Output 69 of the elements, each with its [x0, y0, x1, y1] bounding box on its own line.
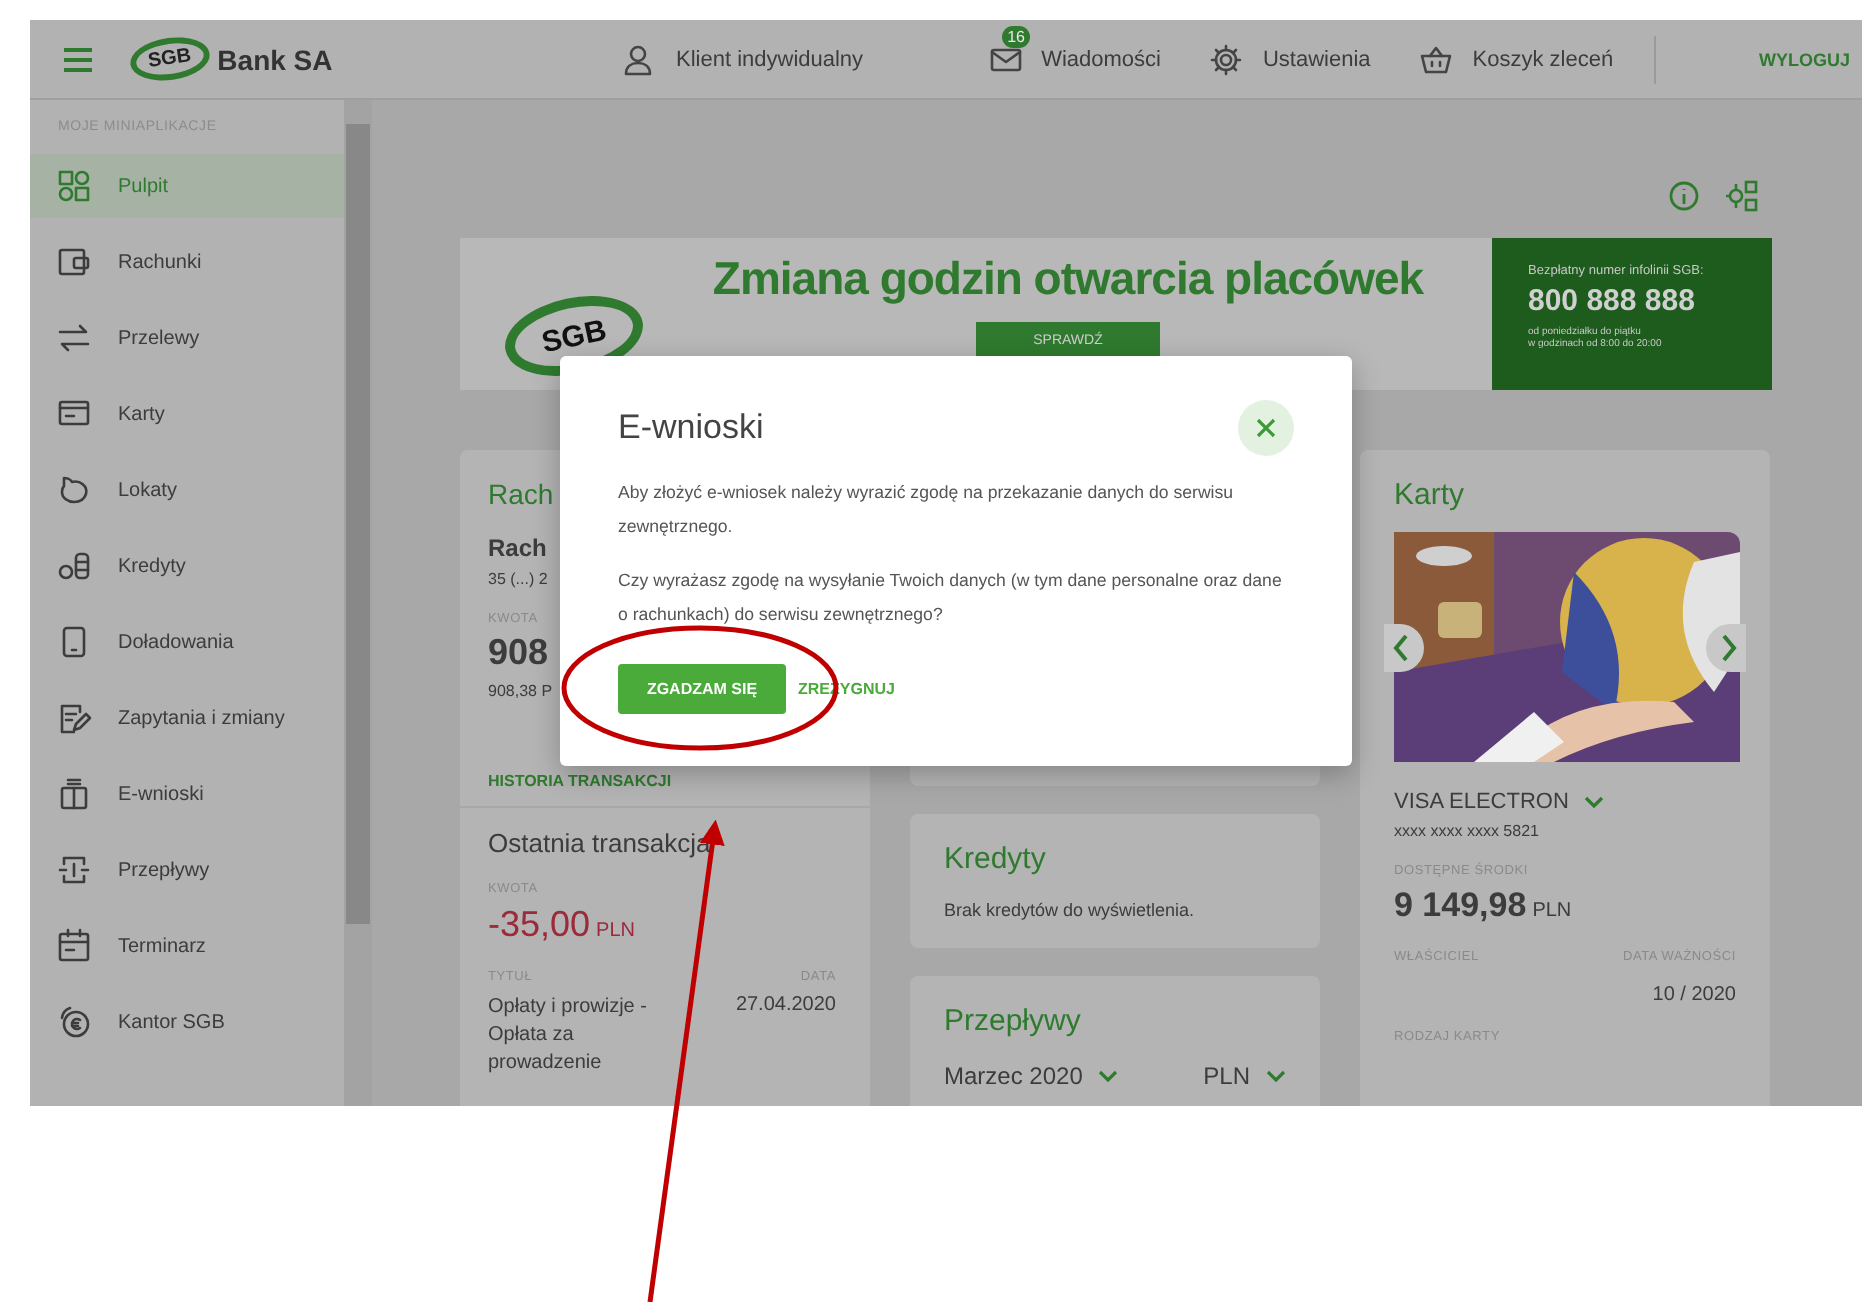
card-number: xxxx xxxx xxxx 5821	[1394, 822, 1541, 840]
transaction-amount: -35,00	[488, 904, 591, 944]
sidebar-item[interactable]: Terminarz	[30, 914, 344, 978]
nav-link[interactable]: Wiadomości	[1041, 47, 1161, 71]
currency-dropdown[interactable]: PLN	[1203, 1062, 1286, 1090]
transaction-title: Opłaty i prowizje - Opłata za prowadzenie	[488, 994, 649, 1078]
empty-message: Brak kredytów do wyświetlenia.	[944, 900, 1197, 920]
logo-mark: SGB	[127, 32, 212, 86]
nav-link[interactable]: Koszyk zleceń	[1472, 47, 1614, 71]
chevron-down-icon	[1098, 1069, 1119, 1083]
chevron-down-icon	[1266, 1069, 1286, 1083]
chevron-left-icon[interactable]	[1384, 624, 1424, 672]
card-name: VISA ELECTRON	[1394, 790, 1569, 814]
available-amount: 908,38 P	[488, 682, 553, 700]
month-dropdown[interactable]: Marzec 2020	[944, 1062, 1119, 1090]
menu-icon[interactable]	[62, 45, 94, 73]
sidebar-item[interactable]: Karty	[30, 382, 344, 446]
sidebar-item[interactable]: Rachunki	[30, 230, 344, 294]
chevron-right-icon[interactable]	[1706, 624, 1746, 672]
sidebar-item[interactable]: Przepływy	[30, 838, 344, 902]
available-funds: 9 149,98	[1394, 886, 1527, 924]
info-icon[interactable]	[1668, 180, 1700, 212]
close-icon[interactable]	[1238, 400, 1294, 456]
balance-amount: 908	[488, 632, 549, 674]
sidebar-item[interactable]: Kantor SGB	[30, 990, 344, 1054]
arrows-icon	[56, 320, 92, 356]
card-title: Karty	[1394, 478, 1467, 512]
sidebar-item[interactable]: E-wnioski	[30, 762, 344, 826]
chevron-down-icon[interactable]	[1584, 795, 1605, 809]
coins-icon	[56, 548, 92, 584]
count-badge: 16	[1001, 25, 1031, 47]
sidebar-item[interactable]: Przelewy	[30, 306, 344, 370]
section-title: Ostatnia transakcja	[488, 828, 713, 858]
document-edit-icon	[56, 700, 92, 736]
sidebar-item[interactable]: Lokaty	[30, 458, 344, 522]
sidebar-item[interactable]: Zapytania i zmiany	[30, 686, 344, 750]
account-number: 35 (...) 2	[488, 570, 548, 588]
widgets-icon[interactable]	[1724, 178, 1760, 214]
card-title: Rach	[488, 478, 554, 510]
dialog-text: Aby złożyć e-wniosek należy wyrazić zgodę na przekazanie danych do serwisu zewnętrznego.	[618, 480, 1236, 540]
form-icon	[56, 776, 92, 812]
agree-button[interactable]: ZGADZAM SIĘ	[618, 664, 786, 714]
nav-link[interactable]: Ustawienia	[1262, 47, 1371, 71]
scrollbar-thumb[interactable]	[346, 124, 370, 924]
calendar-icon	[56, 928, 92, 964]
currency: PLN	[1532, 900, 1572, 922]
dashboard-icon	[56, 168, 92, 204]
user-type: Klient indywidualny	[676, 47, 864, 71]
brand-name: Bank SA	[217, 43, 333, 75]
sidebar-item[interactable]: Kredyty	[30, 534, 344, 598]
piggy-bank-icon	[56, 472, 92, 508]
dialog-text: Czy wyrażasz zgodę na wysyłanie Twoich danych (w tym dane personalne oraz dane o rachunkach) do serwisu zewnętrznego?	[618, 568, 1284, 628]
transaction-date: 27.04.2020	[735, 994, 836, 1016]
currency-flow-icon	[56, 852, 92, 888]
banner-headline: Zmiana godzin otwarcia placówek	[712, 252, 1424, 306]
card-title: Przepływy	[944, 1004, 1083, 1038]
card-title: Kredyty	[944, 842, 1048, 876]
expiry-date: 10 / 2020	[1652, 984, 1736, 1006]
user-icon	[620, 41, 656, 77]
hotline-number: 800 888 888	[1528, 284, 1697, 318]
sidebar-item[interactable]: Doładowania	[30, 610, 344, 674]
basket-icon[interactable]	[1418, 41, 1455, 77]
dialog-title: E-wnioski	[618, 406, 764, 448]
settings-icon[interactable]	[1208, 41, 1245, 77]
account-name: Rach	[488, 534, 547, 562]
wallet-icon	[56, 244, 92, 280]
euro-exchange-icon	[56, 1004, 92, 1040]
currency: PLN	[596, 920, 635, 942]
scrollbar[interactable]	[344, 100, 372, 1106]
